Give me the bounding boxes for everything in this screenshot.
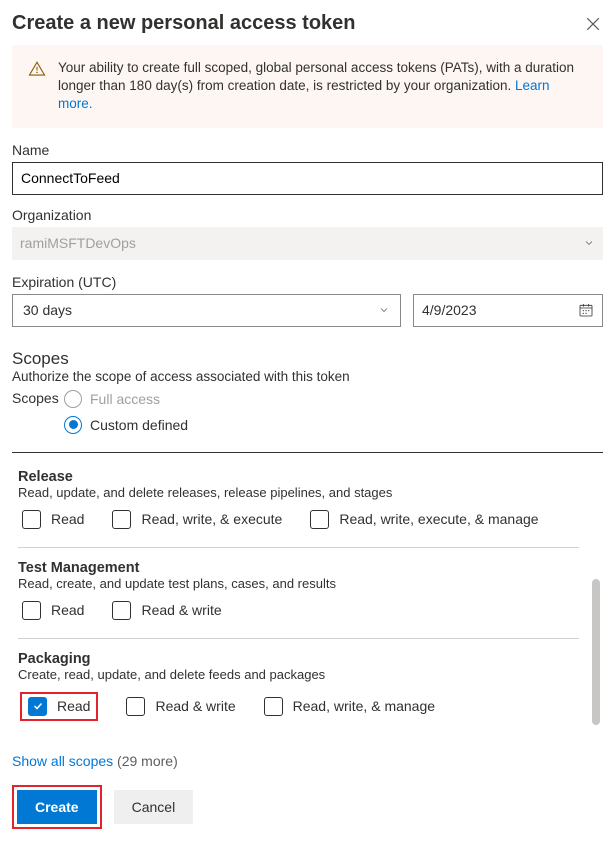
scope-full-access-radio: Full access (64, 390, 188, 408)
scope-group-title: Release (18, 469, 579, 485)
checkbox-label: Read, write, execute, & manage (339, 511, 538, 527)
dialog-title: Create a new personal access token (12, 12, 356, 35)
release-rwem-checkbox[interactable]: Read, write, execute, & manage (310, 510, 538, 529)
expiration-duration-value: 30 days (23, 302, 72, 318)
expiration-date-input[interactable]: 4/9/2023 (413, 294, 603, 327)
scope-full-access-label: Full access (90, 391, 160, 407)
release-rwe-checkbox[interactable]: Read, write, & execute (112, 510, 282, 529)
scrollbar[interactable] (589, 459, 603, 731)
checkbox-label: Read, write, & manage (293, 698, 435, 714)
checkbox-label: Read (51, 602, 84, 618)
restriction-banner: Your ability to create full scoped, glob… (12, 45, 603, 128)
scope-group-packaging: Packaging Create, read, update, and dele… (12, 641, 585, 737)
show-all-scopes-count: (29 more) (113, 753, 178, 769)
test-read-checkbox[interactable]: Read (22, 601, 84, 620)
scopes-scroll-area: Release Read, update, and delete release… (12, 452, 603, 737)
checkbox-label: Read (57, 698, 90, 714)
release-read-checkbox[interactable]: Read (22, 510, 84, 529)
name-input[interactable] (12, 162, 603, 195)
cancel-button[interactable]: Cancel (114, 790, 194, 824)
close-icon[interactable] (583, 14, 603, 34)
warning-icon (28, 60, 46, 78)
scope-custom-defined-radio[interactable]: Custom defined (64, 416, 188, 434)
packaging-rwm-checkbox[interactable]: Read, write, & manage (264, 697, 435, 716)
org-select[interactable]: ramiMSFTDevOps (12, 227, 603, 260)
expiration-date-value: 4/9/2023 (422, 302, 477, 318)
scopes-subtitle: Authorize the scope of access associated… (12, 369, 603, 384)
expiration-label: Expiration (UTC) (12, 274, 603, 290)
scope-group-desc: Create, read, update, and delete feeds a… (18, 667, 579, 682)
show-all-scopes-link[interactable]: Show all scopes (12, 753, 113, 769)
scopes-inline-label: Scopes (12, 390, 64, 406)
scope-group-desc: Read, update, and delete releases, relea… (18, 485, 579, 500)
packaging-rw-checkbox[interactable]: Read & write (126, 697, 235, 716)
scope-custom-defined-label: Custom defined (90, 417, 188, 433)
scope-group-title: Test Management (18, 560, 579, 576)
name-label: Name (12, 142, 603, 158)
banner-text: Your ability to create full scoped, glob… (58, 60, 574, 93)
checkbox-label: Read, write, & execute (141, 511, 282, 527)
scope-group-desc: Read, create, and update test plans, cas… (18, 576, 579, 591)
packaging-read-checkbox[interactable]: Read (28, 697, 90, 716)
chevron-down-icon (378, 304, 390, 316)
checkbox-label: Read (51, 511, 84, 527)
org-value: ramiMSFTDevOps (20, 235, 136, 251)
create-button[interactable]: Create (17, 790, 97, 824)
scope-group-test: Test Management Read, create, and update… (12, 550, 585, 636)
calendar-icon (578, 302, 594, 318)
checkbox-label: Read & write (141, 602, 221, 618)
chevron-down-icon (583, 237, 595, 249)
checkbox-label: Read & write (155, 698, 235, 714)
scopes-title: Scopes (12, 349, 603, 369)
test-rw-checkbox[interactable]: Read & write (112, 601, 221, 620)
scope-group-release: Release Read, update, and delete release… (12, 459, 585, 545)
org-label: Organization (12, 207, 603, 223)
expiration-duration-select[interactable]: 30 days (12, 294, 401, 327)
scope-group-title: Packaging (18, 651, 579, 667)
